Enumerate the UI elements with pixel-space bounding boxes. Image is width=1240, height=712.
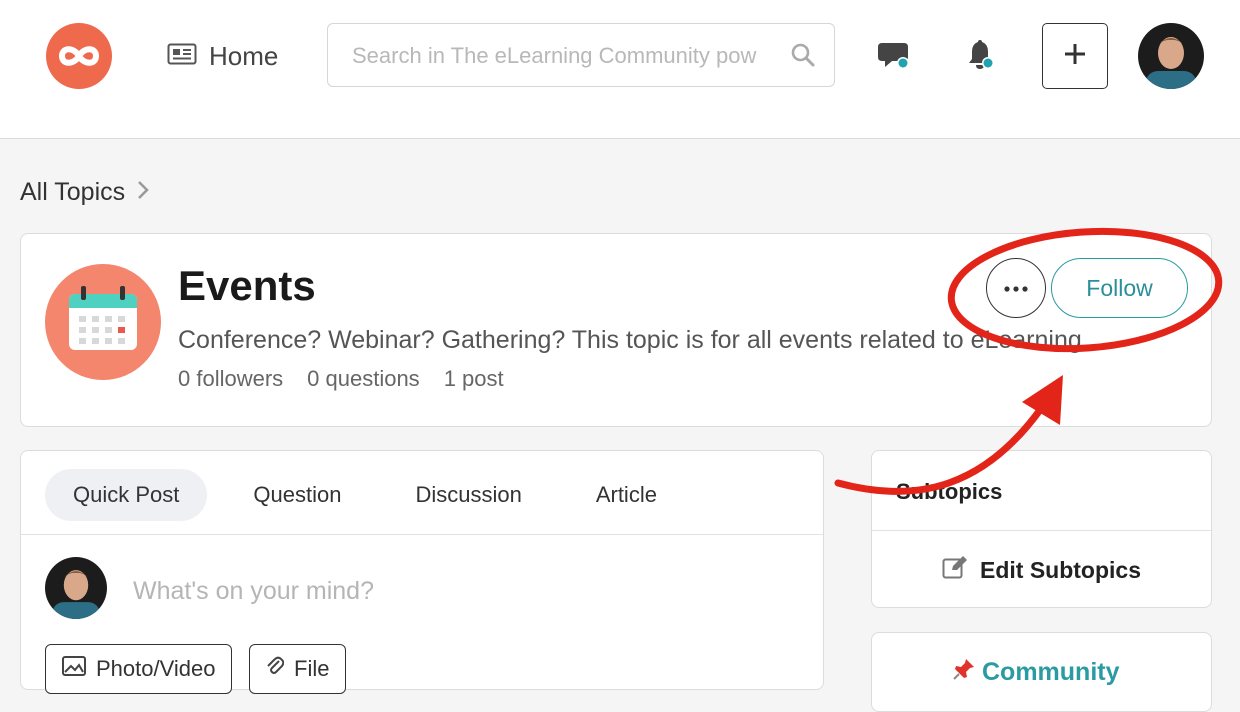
topic-description: Conference? Webinar? Gathering? This top… [178,326,1082,354]
newspaper-icon [167,41,197,72]
ellipsis-icon [1004,279,1028,297]
divider [872,530,1211,531]
composer-avatar [45,557,107,619]
plus-icon [1064,43,1086,70]
paperclip-icon [266,655,285,683]
subtopics-title: Subtopics [896,479,1003,504]
home-link[interactable]: Home [167,36,278,76]
search-icon[interactable] [790,42,816,73]
edit-subtopics-button[interactable]: Edit Subtopics [942,555,1141,585]
home-label: Home [209,40,279,71]
community-heading[interactable]: Community [952,657,1120,688]
breadcrumb[interactable]: All Topics [20,178,149,207]
edit-icon [942,555,968,585]
infinity-logo-icon[interactable] [46,23,112,89]
composer-tabs: Quick Post Question Discussion Article [45,469,703,521]
top-header: Home [0,0,1240,139]
topic-title: Events [178,262,316,309]
photo-video-button[interactable]: Photo/Video [45,644,233,694]
pushpin-icon [952,657,976,688]
tab-quick-post[interactable]: Quick Post [45,469,208,521]
chevron-right-icon [137,178,149,207]
follow-button[interactable]: Follow [1051,258,1188,318]
tab-article[interactable]: Article [568,469,685,521]
user-avatar[interactable] [1138,23,1204,89]
breadcrumb-all-topics[interactable]: All Topics [20,178,125,207]
posts-count[interactable]: 1 post [444,366,504,392]
create-button[interactable] [1042,23,1108,89]
community-label: Community [982,658,1120,686]
followers-count[interactable]: 0 followers [178,366,283,392]
calendar-icon [45,264,161,380]
chat-icon[interactable] [878,40,912,77]
topic-stats: 0 followers 0 questions 1 post [178,366,504,392]
file-button[interactable]: File [249,644,347,694]
file-label: File [294,656,330,681]
subtopics-card: Subtopics Edit Subtopics [871,450,1212,608]
search-box[interactable] [327,23,835,87]
search-input[interactable] [350,38,774,74]
post-input[interactable]: What's on your mind? [133,577,374,606]
questions-count[interactable]: 0 questions [307,366,420,392]
tab-question[interactable]: Question [225,469,369,521]
photo-video-label: Photo/Video [96,656,216,681]
bell-icon[interactable] [966,40,996,77]
image-icon [62,656,86,682]
community-card: Community [871,632,1212,712]
post-composer: Quick Post Question Discussion Article W… [20,450,824,694]
tab-discussion[interactable]: Discussion [387,469,549,521]
divider [21,534,823,535]
topic-header-card: Events Conference? Webinar? Gathering? T… [20,233,1212,427]
more-options-button[interactable] [986,258,1046,318]
edit-subtopics-label: Edit Subtopics [980,556,1141,583]
